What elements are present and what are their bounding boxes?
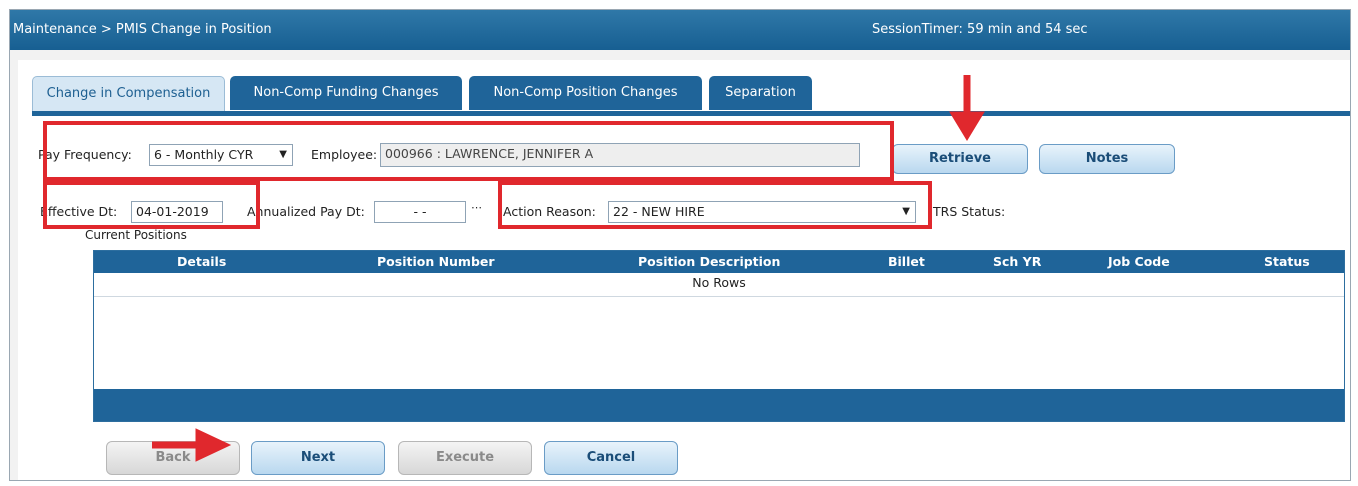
notes-button[interactable]: Notes: [1039, 144, 1175, 174]
tab-change-in-compensation[interactable]: Change in Compensation: [32, 76, 225, 111]
annualized-pay-dt-label: Annualized Pay Dt:: [247, 204, 365, 219]
back-button[interactable]: Back: [106, 441, 240, 475]
breadcrumb: Maintenance > PMIS Change in Position: [13, 22, 272, 37]
no-rows-message: No Rows: [692, 275, 746, 290]
app-window: Maintenance > PMIS Change in Position Se…: [9, 9, 1351, 481]
annualized-pay-dt-field[interactable]: - -: [374, 201, 466, 223]
tab-non-comp-funding-changes[interactable]: Non-Comp Funding Changes: [230, 76, 462, 110]
column-header-sch-yr[interactable]: Sch YR: [993, 254, 1041, 269]
trs-status-label: TRS Status:: [933, 204, 1006, 219]
column-header-details[interactable]: Details: [177, 254, 226, 269]
execute-button[interactable]: Execute: [398, 441, 532, 475]
tab-underline: [32, 111, 1350, 116]
tab-separation[interactable]: Separation: [709, 76, 812, 110]
cancel-button[interactable]: Cancel: [544, 441, 678, 475]
annotation-box-action-reason: [498, 181, 932, 229]
annotation-box-effective-dt: [43, 181, 260, 229]
next-button[interactable]: Next: [251, 441, 385, 475]
retrieve-button[interactable]: Retrieve: [892, 144, 1028, 174]
column-header-position-number[interactable]: Position Number: [377, 254, 495, 269]
grid-footer: [94, 389, 1344, 421]
title-bar: Maintenance > PMIS Change in Position Se…: [10, 10, 1350, 50]
tab-non-comp-position-changes[interactable]: Non-Comp Position Changes: [469, 76, 702, 110]
row-divider: [94, 296, 1344, 297]
column-header-job-code[interactable]: Job Code: [1108, 254, 1170, 269]
column-header-position-description[interactable]: Position Description: [638, 254, 780, 269]
session-timer: SessionTimer: 59 min and 54 sec: [872, 22, 1088, 37]
column-header-billet[interactable]: Billet: [888, 254, 925, 269]
current-positions-title: Current Positions: [85, 228, 187, 242]
annotation-box-employee: [43, 121, 894, 181]
grid-body: No Rows: [94, 273, 1344, 389]
grid-header: Details Position Number Position Descrip…: [94, 251, 1344, 273]
positions-grid: Details Position Number Position Descrip…: [93, 250, 1345, 422]
date-picker-icon[interactable]: ⋯: [471, 201, 482, 214]
column-header-status[interactable]: Status: [1264, 254, 1310, 269]
